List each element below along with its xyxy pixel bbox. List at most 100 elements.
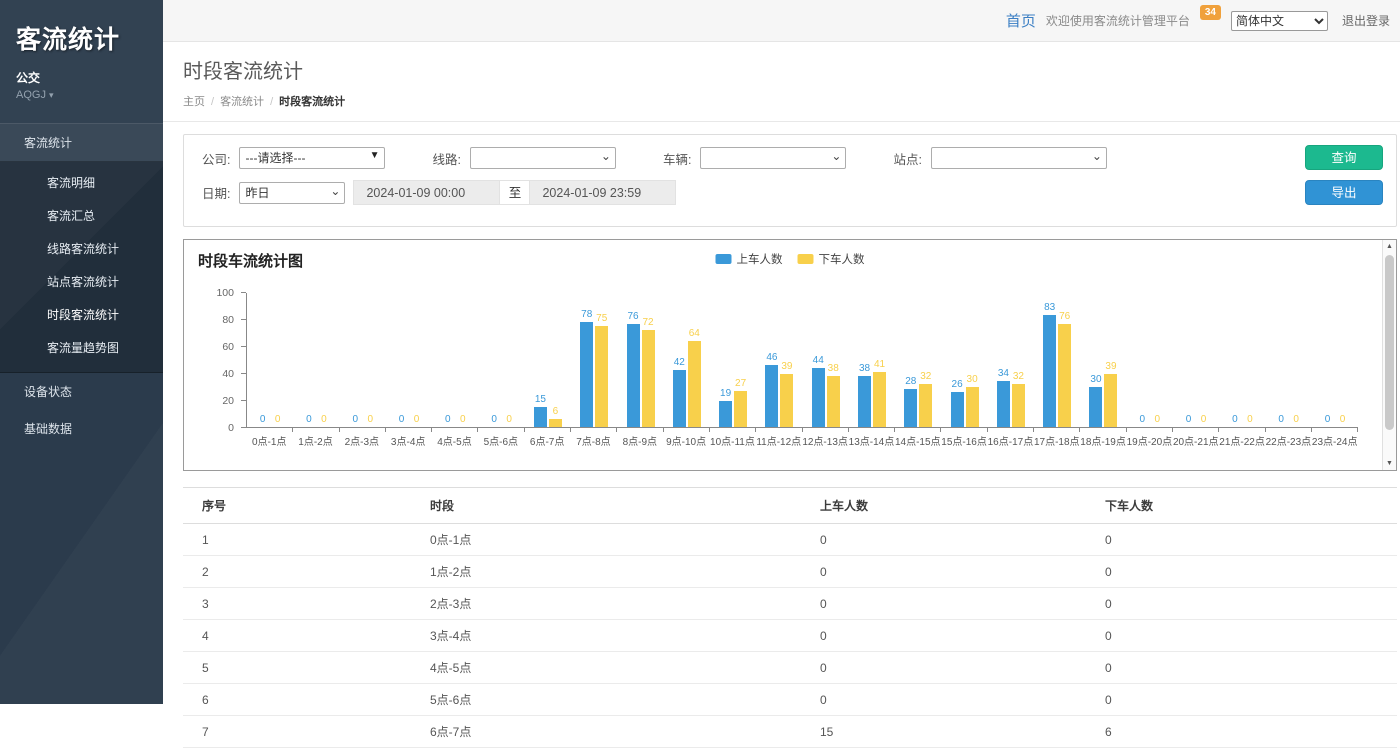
scrollbar-thumb[interactable] bbox=[1385, 255, 1394, 430]
date-from-input[interactable] bbox=[353, 180, 500, 205]
chart-bar[interactable]: 27 bbox=[734, 391, 747, 427]
chart-bar[interactable]: 38 bbox=[827, 376, 840, 427]
date-to-input[interactable] bbox=[529, 180, 676, 205]
chart-bar[interactable]: 46 bbox=[765, 365, 778, 427]
message-count-badge[interactable]: 34 bbox=[1200, 5, 1221, 20]
table-cell: 0 bbox=[1086, 652, 1397, 684]
org-code-label: AQGJ bbox=[16, 89, 46, 101]
breadcrumb-item[interactable]: 客流统计 bbox=[220, 96, 264, 108]
line-select[interactable] bbox=[470, 147, 616, 169]
chart-bar[interactable]: 83 bbox=[1043, 315, 1056, 427]
y-axis-tick-label: 80 bbox=[222, 314, 234, 326]
scroll-down-icon[interactable]: ▼ bbox=[1383, 460, 1396, 467]
table-cell: 0 bbox=[801, 524, 1086, 556]
export-button[interactable]: 导出 bbox=[1305, 180, 1383, 205]
sidebar-item[interactable]: 客流汇总 bbox=[0, 199, 163, 232]
chart-bar[interactable]: 26 bbox=[951, 392, 964, 427]
chart-bar[interactable]: 44 bbox=[812, 368, 825, 427]
x-axis-tick-label: 10点-11点 bbox=[709, 433, 755, 448]
sidebar-item[interactable]: 站点客流统计 bbox=[0, 265, 163, 298]
legend-item[interactable]: 上车人数 bbox=[716, 251, 783, 267]
sidebar-item[interactable]: 客流明细 bbox=[0, 166, 163, 199]
bar-value-label: 0 bbox=[399, 414, 405, 425]
bar-value-label: 39 bbox=[1105, 361, 1116, 372]
table-row: 21点-2点00 bbox=[183, 556, 1397, 588]
chart-bar[interactable]: 30 bbox=[1089, 387, 1102, 428]
chart-category: 00 bbox=[386, 293, 432, 427]
bar-value-label: 34 bbox=[998, 368, 1009, 379]
org-code-dropdown[interactable]: AQGJ ▾ bbox=[16, 89, 147, 101]
date-range: 至 bbox=[353, 180, 676, 205]
chart-scrollbar[interactable]: ▲ ▼ bbox=[1382, 240, 1396, 470]
chart-bar[interactable]: 30 bbox=[966, 387, 979, 428]
bar-value-label: 0 bbox=[275, 414, 281, 425]
breadcrumb-item: 时段客流统计 bbox=[279, 96, 345, 108]
chart-bar[interactable]: 15 bbox=[534, 407, 547, 427]
scroll-up-icon[interactable]: ▲ bbox=[1383, 243, 1396, 250]
chart-bar[interactable]: 34 bbox=[997, 381, 1010, 427]
chart-bar[interactable]: 28 bbox=[904, 389, 917, 427]
language-select[interactable]: 简体中文 bbox=[1231, 11, 1328, 31]
chart-bar[interactable]: 78 bbox=[580, 322, 593, 427]
station-select[interactable] bbox=[931, 147, 1107, 169]
data-table: 序号时段上车人数下车人数 10点-1点0021点-2点0032点-3点0043点… bbox=[183, 487, 1397, 748]
chart-category: 00 bbox=[1266, 293, 1312, 427]
sidebar-item[interactable]: 客流量趋势图 bbox=[0, 331, 163, 364]
table-cell: 0点-1点 bbox=[411, 524, 801, 556]
table-cell: 0 bbox=[801, 556, 1086, 588]
table-cell: 0 bbox=[1086, 684, 1397, 716]
vehicle-select[interactable] bbox=[700, 147, 846, 169]
org-name: 公交 bbox=[16, 69, 147, 86]
chart-bar[interactable]: 39 bbox=[1104, 374, 1117, 427]
chart-bar[interactable]: 32 bbox=[919, 384, 932, 427]
chart-bar[interactable]: 64 bbox=[688, 341, 701, 427]
company-select[interactable]: ---请选择--- bbox=[239, 147, 385, 169]
x-axis-tick-label: 7点-8点 bbox=[570, 433, 616, 448]
chart-bar[interactable]: 19 bbox=[719, 401, 732, 427]
x-axis-tick-label: 11点-12点 bbox=[756, 433, 802, 448]
chart-category: 4264 bbox=[664, 293, 710, 427]
sidebar-item[interactable]: 线路客流统计 bbox=[0, 232, 163, 265]
x-axis-tick-label: 20点-21点 bbox=[1173, 433, 1219, 448]
chart-legend: 上车人数下车人数 bbox=[716, 251, 865, 267]
chart-bar[interactable]: 6 bbox=[549, 419, 562, 427]
table-cell: 6点-7点 bbox=[411, 716, 801, 748]
chart-bar[interactable]: 39 bbox=[780, 374, 793, 427]
date-preset-select[interactable]: 昨日 bbox=[239, 182, 345, 204]
sidebar-section[interactable]: 设备状态 bbox=[0, 373, 163, 410]
bar-value-label: 76 bbox=[627, 311, 638, 322]
sidebar-item[interactable]: 时段客流统计 bbox=[0, 298, 163, 331]
chart-category: 8376 bbox=[1034, 293, 1080, 427]
sidebar-section[interactable]: 客流统计 bbox=[0, 123, 163, 162]
table-cell: 4点-5点 bbox=[411, 652, 801, 684]
chart-bar[interactable]: 76 bbox=[1058, 324, 1071, 427]
table-cell: 2点-3点 bbox=[411, 588, 801, 620]
chart-bar[interactable]: 32 bbox=[1012, 384, 1025, 427]
bar-value-label: 0 bbox=[352, 414, 358, 425]
chart-bar[interactable]: 38 bbox=[858, 376, 871, 427]
bar-value-label: 32 bbox=[1013, 371, 1024, 382]
x-axis-tick-label: 14点-15点 bbox=[895, 433, 941, 448]
chart-bar[interactable]: 75 bbox=[595, 326, 608, 427]
chart-bar[interactable]: 41 bbox=[873, 372, 886, 427]
breadcrumb-item[interactable]: 主页 bbox=[183, 96, 205, 108]
home-link[interactable]: 首页 bbox=[1006, 10, 1036, 31]
bar-value-label: 72 bbox=[642, 317, 653, 328]
chart-bar[interactable]: 72 bbox=[642, 330, 655, 427]
search-button[interactable]: 查询 bbox=[1305, 145, 1383, 170]
legend-item[interactable]: 下车人数 bbox=[798, 251, 865, 267]
y-axis-tick-label: 40 bbox=[222, 368, 234, 380]
y-axis-tick-label: 100 bbox=[216, 287, 234, 299]
logout-link[interactable]: 退出登录 bbox=[1342, 12, 1390, 29]
table-cell: 5 bbox=[183, 652, 411, 684]
chart-category: 156 bbox=[525, 293, 571, 427]
bar-value-label: 0 bbox=[414, 414, 420, 425]
chart-bar[interactable]: 76 bbox=[627, 324, 640, 427]
chart-category: 2630 bbox=[941, 293, 987, 427]
x-axis-tick-label: 9点-10点 bbox=[663, 433, 709, 448]
chart-bar[interactable]: 42 bbox=[673, 370, 686, 427]
sidebar-section[interactable]: 基础数据 bbox=[0, 410, 163, 447]
x-axis-tick-label: 15点-16点 bbox=[941, 433, 987, 448]
y-axis-tick-label: 0 bbox=[228, 422, 234, 434]
chart-category: 7672 bbox=[617, 293, 663, 427]
